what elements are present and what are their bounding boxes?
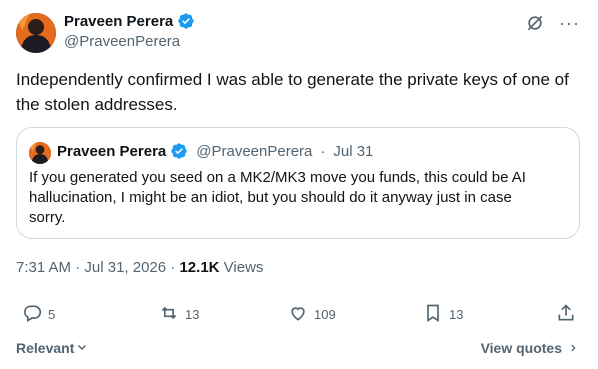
action-bar: 5 13 109 13 bbox=[16, 303, 582, 333]
repost-icon bbox=[159, 303, 179, 326]
share-icon bbox=[556, 303, 576, 326]
tweet-date[interactable]: Jul 31, 2026 bbox=[84, 259, 166, 276]
tweet-meta: 7:31 AM · Jul 31, 2026 · 12.1K Views bbox=[16, 259, 263, 276]
repost-count: 13 bbox=[185, 307, 200, 322]
reply-icon bbox=[22, 303, 42, 326]
view-quotes-link[interactable]: View quotes bbox=[481, 340, 578, 356]
sort-dropdown[interactable]: Relevant bbox=[16, 340, 88, 356]
quoted-tweet-card[interactable]: Praveen Perera @PraveenPerera · Jul 31 I… bbox=[16, 127, 580, 239]
like-count: 109 bbox=[314, 307, 336, 322]
author-handle[interactable]: @PraveenPerera bbox=[64, 33, 180, 50]
reply-count: 5 bbox=[48, 307, 56, 322]
bookmark-icon bbox=[423, 303, 443, 326]
quote-text: If you generated you seed on a MK2/MK3 m… bbox=[29, 169, 526, 226]
quote-date[interactable]: Jul 31 bbox=[333, 143, 373, 160]
author-avatar[interactable] bbox=[16, 13, 56, 53]
bookmark-count: 13 bbox=[449, 307, 464, 322]
like-button[interactable]: 109 bbox=[288, 303, 336, 326]
like-icon bbox=[288, 303, 308, 326]
quote-author-name[interactable]: Praveen Perera bbox=[57, 143, 166, 160]
meta-separator: · bbox=[170, 259, 176, 276]
chevron-down-icon bbox=[76, 340, 88, 356]
chevron-right-icon bbox=[568, 340, 578, 356]
repost-button[interactable]: 13 bbox=[159, 303, 199, 326]
quote-author-avatar[interactable] bbox=[29, 142, 51, 164]
bookmark-button[interactable]: 13 bbox=[423, 303, 463, 326]
more-icon[interactable]: ··· bbox=[559, 14, 580, 32]
verified-badge-icon bbox=[177, 12, 195, 30]
sort-label: Relevant bbox=[16, 340, 75, 356]
quote-separator: · bbox=[320, 142, 326, 160]
grok-icon[interactable] bbox=[525, 13, 545, 33]
quote-author-handle[interactable]: @PraveenPerera bbox=[196, 143, 312, 160]
tweet-text: Independently confirmed I was able to ge… bbox=[16, 70, 569, 114]
views-label: Views bbox=[223, 259, 264, 276]
meta-separator: · bbox=[75, 259, 81, 276]
tweet-time[interactable]: 7:31 AM bbox=[16, 259, 71, 276]
verified-badge-icon bbox=[170, 142, 188, 160]
share-button[interactable] bbox=[556, 303, 576, 326]
reply-button[interactable]: 5 bbox=[22, 303, 55, 326]
views-count: 12.1K bbox=[179, 259, 220, 276]
view-quotes-label: View quotes bbox=[480, 340, 562, 356]
author-name[interactable]: Praveen Perera bbox=[64, 13, 173, 30]
